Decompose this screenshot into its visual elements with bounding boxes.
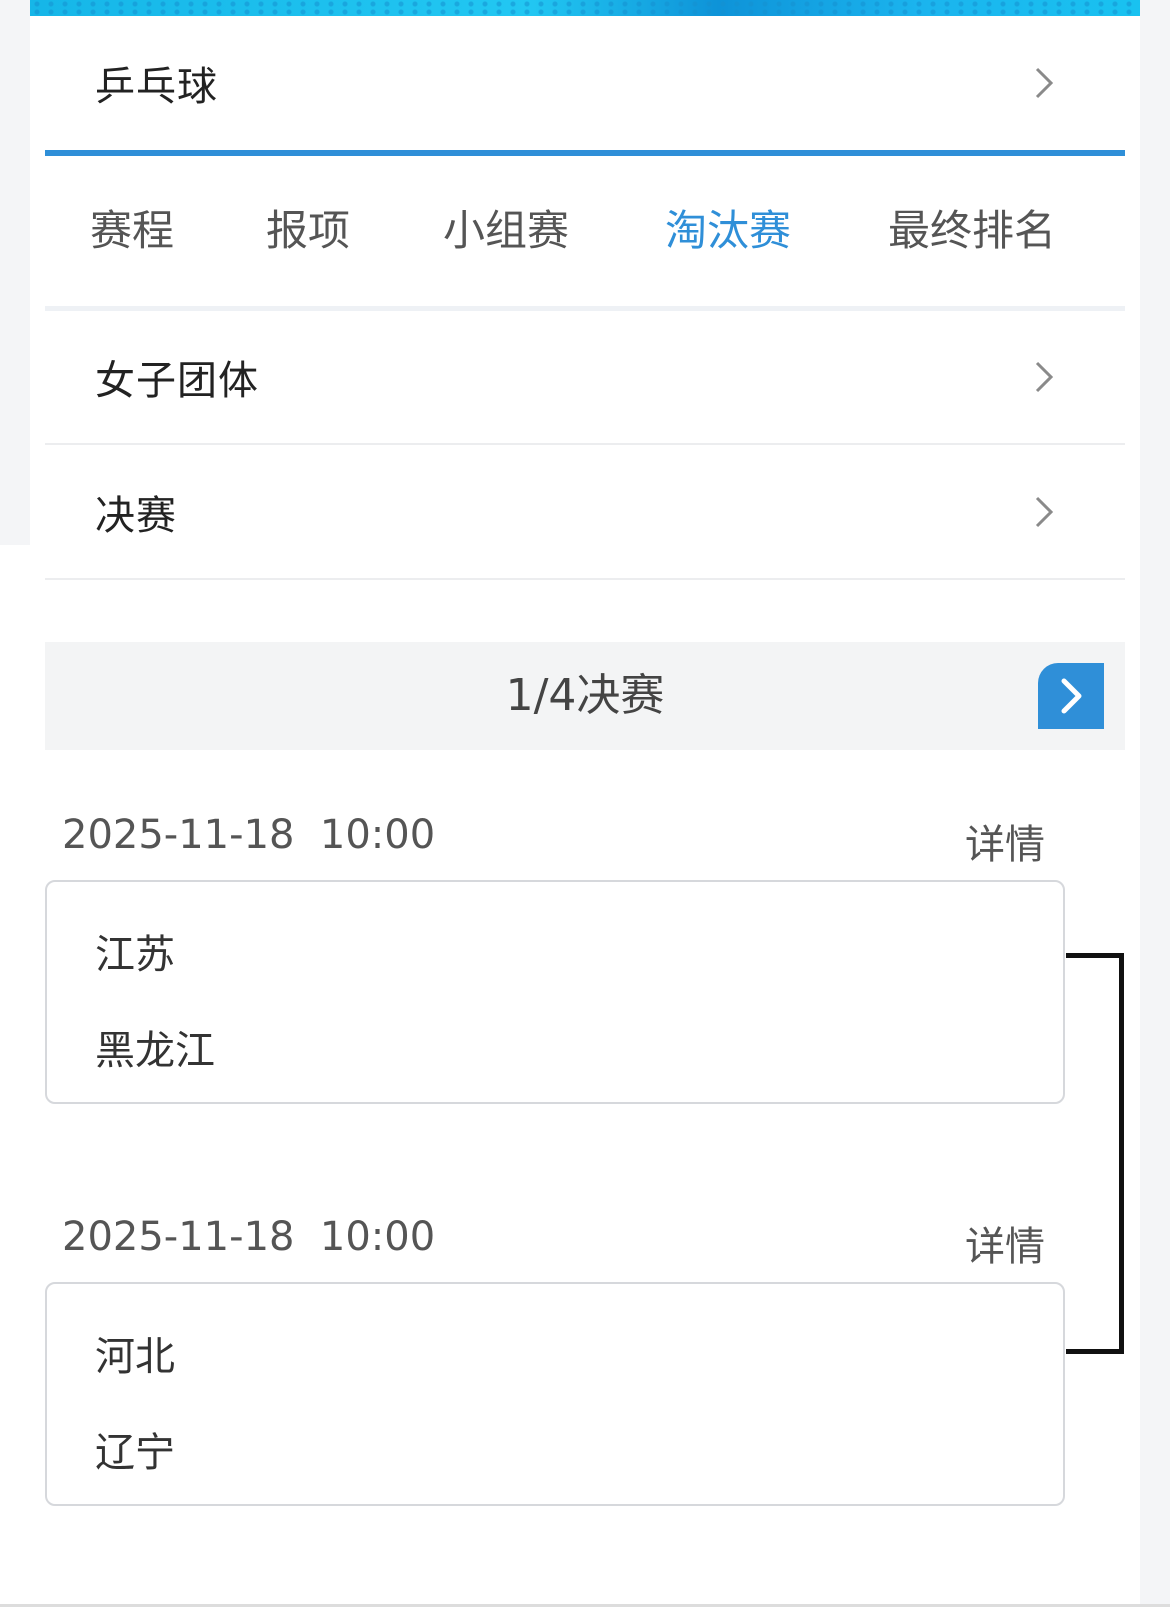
round-title: 1/4决赛 <box>505 670 665 721</box>
tab-group-stage[interactable]: 小组赛 <box>443 156 569 306</box>
event-selector[interactable]: 女子团体 <box>45 311 1125 445</box>
chevron-right-icon <box>1026 495 1060 529</box>
match-detail-link[interactable]: 详情 <box>965 812 1045 870</box>
team-name: 黑龙江 <box>95 1028 215 1074</box>
header-banner <box>30 0 1140 16</box>
sport-selector[interactable]: 乒乓球 <box>45 16 1125 150</box>
page-background-right <box>1140 0 1170 1607</box>
stage-label: 决赛 <box>95 493 177 539</box>
bracket-connector <box>1066 953 1124 1354</box>
chevron-right-icon <box>1026 360 1060 394</box>
team-name: 辽宁 <box>95 1430 175 1476</box>
event-label: 女子团体 <box>95 358 259 404</box>
round-header: 1/4决赛 <box>45 642 1125 750</box>
match-detail-link[interactable]: 详情 <box>965 1214 1045 1272</box>
tab-bar: 赛程 报项 小组赛 淘汰赛 最终排名 <box>45 156 1125 306</box>
match-card[interactable]: 河北 辽宁 <box>45 1282 1065 1506</box>
team-name: 江苏 <box>95 932 175 978</box>
match-card[interactable]: 江苏 黑龙江 <box>45 880 1065 1104</box>
tab-registration[interactable]: 报项 <box>266 156 350 306</box>
next-round-button[interactable] <box>1038 663 1104 729</box>
chevron-right-icon <box>1061 678 1082 714</box>
team-name: 河北 <box>95 1334 175 1380</box>
match-datetime: 2025-11-18 10:00 <box>62 1214 436 1260</box>
sport-label: 乒乓球 <box>95 64 218 110</box>
chevron-right-icon <box>1026 66 1060 100</box>
stage-selector[interactable]: 决赛 <box>45 446 1125 580</box>
tab-knockout[interactable]: 淘汰赛 <box>665 156 791 306</box>
tab-schedule[interactable]: 赛程 <box>90 156 174 306</box>
tab-final-ranking[interactable]: 最终排名 <box>888 156 1056 306</box>
match-datetime: 2025-11-18 10:00 <box>62 812 436 858</box>
